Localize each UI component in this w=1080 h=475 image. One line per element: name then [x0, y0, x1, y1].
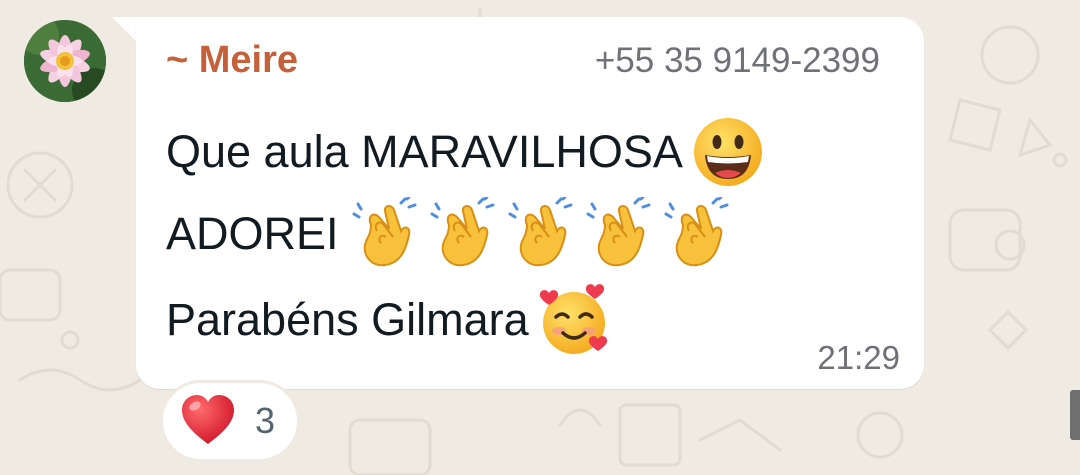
- sender-phone: +55 35 9149-2399: [594, 41, 880, 80]
- clapping-hands-icon: [352, 197, 417, 267]
- reaction-count: 3: [255, 400, 276, 441]
- clapping-hands-icon: [664, 197, 729, 267]
- red-heart-icon: [182, 395, 234, 444]
- smiling-face-with-hearts-icon: [539, 284, 607, 354]
- message-timestamp: 21:29: [817, 339, 900, 376]
- clapping-hands-icon: [430, 197, 495, 267]
- message-line: Que aula MARAVILHOSA: [166, 115, 765, 189]
- message-text: Que aula MARAVILHOSA: [166, 126, 683, 177]
- grinning-face-icon: [693, 118, 762, 186]
- message-text: Parabéns Gilmara: [166, 294, 529, 345]
- clapping-hands-icon: [508, 197, 573, 267]
- reaction-pill[interactable]: 3: [160, 380, 300, 462]
- message-line: Parabéns Gilmara: [166, 283, 611, 357]
- message-line: ADOREI: [166, 197, 737, 271]
- sender-name[interactable]: ~ Meire: [166, 39, 298, 82]
- scrollbar-thumb[interactable]: [1070, 390, 1080, 440]
- message-text: ADOREI: [166, 208, 339, 259]
- sender-avatar[interactable]: [24, 20, 106, 102]
- message-bubble[interactable]: ~ Meire +55 35 9149-2399 Que aula MARAVI…: [136, 17, 924, 389]
- clapping-hands-icon: [586, 197, 651, 267]
